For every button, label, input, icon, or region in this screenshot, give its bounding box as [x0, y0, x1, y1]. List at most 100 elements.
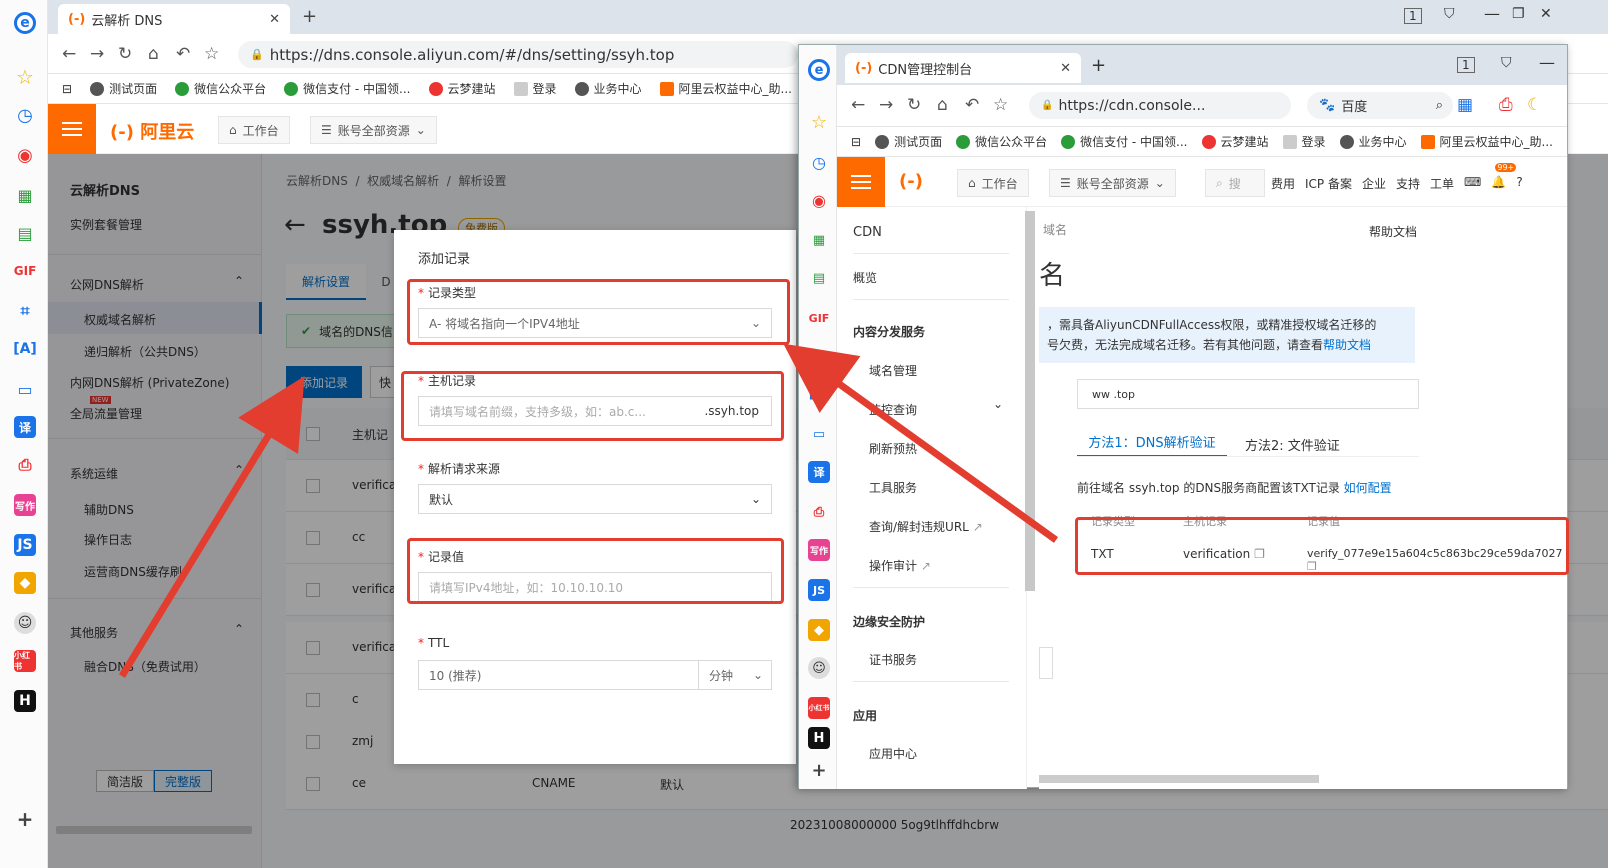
sidebar-item-query-block[interactable]: 查询/解封违规URL ↗ [869, 518, 983, 535]
browser-logo-icon[interactable]: e [14, 12, 36, 34]
bookmark-item[interactable]: 业务中心 [1339, 133, 1407, 150]
top-link-support[interactable]: 支持 [1396, 175, 1420, 192]
top-link-fees[interactable]: 费用 [1271, 175, 1295, 192]
tab-file-verify[interactable]: 方法2: 文件验证 [1245, 435, 1340, 454]
record-icon[interactable]: ◉ [808, 189, 830, 211]
screen-icon[interactable]: ▭ [14, 378, 36, 400]
close-tab-icon[interactable]: ✕ [1060, 61, 1071, 76]
screen-icon[interactable]: ▭ [808, 423, 830, 445]
aliyun-logo[interactable]: (-) [899, 171, 923, 192]
notes-icon[interactable]: ▤ [14, 222, 36, 244]
home-icon[interactable]: ⌂ [937, 95, 948, 115]
new-tab-icon[interactable]: + [1091, 55, 1106, 76]
reload-icon[interactable]: ↻ [907, 95, 921, 115]
top-link-ticket[interactable]: 工单 [1430, 175, 1454, 192]
minimize-icon[interactable]: — [1484, 4, 1500, 23]
add-icon[interactable]: + [14, 807, 36, 831]
forward-icon[interactable]: → [879, 95, 893, 115]
game-icon[interactable]: ◆ [808, 619, 830, 641]
ai-write-icon[interactable]: 写作 [808, 539, 830, 561]
app-js-icon[interactable]: JS [14, 534, 36, 556]
window-close-icon[interactable]: ✕ [1540, 6, 1552, 22]
resources-dropdown[interactable]: ☰ 账号全部资源 ⌄ [310, 116, 437, 144]
avatar-icon[interactable]: ☺ [14, 612, 36, 634]
tab-dns[interactable]: (-) 云解析 DNS ✕ [58, 4, 290, 34]
resources-dropdown[interactable]: ☰ 账号全部资源 ⌄ [1049, 169, 1176, 197]
ai-write-icon[interactable]: 写作 [14, 494, 36, 516]
bookmark-item[interactable]: 云梦建站 [1201, 133, 1269, 150]
menu-icon[interactable] [48, 104, 96, 154]
help-doc-link[interactable]: 帮助文档 [1369, 223, 1417, 240]
undo-icon[interactable]: ↶ [176, 44, 190, 64]
info-help-link[interactable]: 帮助文档 [1323, 338, 1371, 352]
address-bar[interactable]: 🔒 https://dns.console.aliyun.com/#/dns/s… [238, 41, 798, 68]
star-icon[interactable]: ☆ [14, 65, 36, 89]
sidebar-toggle-icon[interactable]: ⊟ [62, 82, 72, 96]
shirt-icon[interactable]: ⛉ [1444, 6, 1455, 22]
new-tab-icon[interactable]: + [302, 6, 317, 27]
bookmark-item[interactable]: 登录 [513, 80, 557, 97]
reload-icon[interactable]: ↻ [118, 44, 132, 64]
search-engine-box[interactable]: 🐾 百度 ⌕ [1307, 92, 1453, 119]
bookmark-item[interactable]: 测试页面 [90, 80, 157, 97]
bookmark-star-icon[interactable]: ☆ [993, 95, 1008, 115]
sidebar-item-audit[interactable]: 操作审计 ↗ [869, 557, 931, 574]
gif-icon[interactable]: GIF [808, 307, 830, 329]
aliyun-logo[interactable]: (-) 阿里云 [110, 118, 194, 144]
pdf-tool-icon[interactable]: ⎙ [1499, 95, 1513, 115]
bookmark-item[interactable]: 微信支付 - 中国领... [284, 80, 411, 97]
translate-icon[interactable]: 译 [808, 461, 830, 483]
minimize-icon[interactable]: — [1539, 53, 1555, 72]
tab-cdn[interactable]: (-) CDN管理控制台 ✕ [845, 53, 1081, 83]
search-input[interactable]: ⌕ 搜 [1205, 169, 1265, 197]
restore-icon[interactable]: ❐ [1512, 6, 1525, 22]
moon-icon[interactable]: ☾ [1527, 95, 1542, 115]
pdf-icon[interactable]: ⎙ [808, 501, 830, 523]
ttl-input[interactable]: 10 (推荐) [418, 660, 700, 690]
chevron-down-icon[interactable]: ⌄ [993, 397, 1003, 411]
shirt-icon[interactable]: ⛉ [1501, 55, 1512, 71]
window-count-icon[interactable]: 1 [1457, 57, 1475, 73]
address-bar[interactable]: 🔒 https://cdn.console... [1029, 92, 1291, 119]
history-icon[interactable]: ◷ [14, 104, 36, 126]
bookmark-item[interactable]: 微信公众平台 [956, 133, 1047, 150]
workbench-button[interactable]: ⌂ 工作台 [218, 116, 290, 144]
sidebar-scrollbar[interactable] [1025, 211, 1035, 591]
translate-icon[interactable]: 译 [14, 416, 36, 438]
xiaohongshu-icon[interactable]: 小红书 [14, 650, 36, 672]
bookmark-item[interactable]: 阿里云权益中心_助... [659, 80, 792, 97]
apps-icon[interactable]: ▦ [1457, 95, 1473, 115]
bookmark-item[interactable]: 阿里云权益中心_助... [1420, 133, 1553, 150]
window-count-icon[interactable]: 1 [1404, 8, 1422, 24]
forward-icon[interactable]: → [90, 44, 104, 64]
pdf-icon[interactable]: ⎙ [14, 454, 36, 476]
sidebar-item-overview[interactable]: 概览 [853, 269, 877, 286]
bookmark-item[interactable]: 微信支付 - 中国领... [1061, 133, 1188, 150]
qrcode-icon[interactable]: ▦ [808, 229, 830, 251]
sidebar-item-domain-mgmt[interactable]: 域名管理 [869, 362, 917, 379]
back-icon[interactable]: ← [62, 44, 76, 64]
search-icon[interactable]: ⌕ [1436, 98, 1443, 113]
bookmark-item[interactable]: 微信公众平台 [175, 80, 266, 97]
request-source-select[interactable]: 默认 ⌄ [418, 484, 772, 514]
sidebar-item-refresh[interactable]: 刷新预热 [869, 440, 917, 457]
crop-icon[interactable]: ⌗ [14, 300, 36, 322]
h-app-icon[interactable]: H [14, 690, 36, 712]
sidebar-item-tools[interactable]: 工具服务 [869, 479, 917, 496]
terminal-icon[interactable]: ⌨ [1464, 175, 1481, 192]
how-to-link[interactable]: 如何配置 [1344, 481, 1392, 495]
sidebar-item-cert[interactable]: 证书服务 [869, 651, 917, 668]
menu-icon[interactable] [837, 157, 885, 207]
history-icon[interactable]: ◷ [808, 151, 830, 173]
bell-icon[interactable]: 🔔 99+ [1491, 163, 1517, 192]
qrcode-icon[interactable]: ▦ [14, 184, 36, 206]
tab-dns-verify[interactable]: 方法1：DNS解析验证 [1077, 427, 1227, 457]
help-icon[interactable]: ? [1516, 175, 1522, 192]
bookmark-item[interactable]: 登录 [1282, 133, 1326, 150]
app-js-icon[interactable]: JS [808, 579, 830, 601]
undo-icon[interactable]: ↶ [965, 95, 979, 115]
sidebar-toggle-icon[interactable]: ⊟ [851, 135, 861, 149]
workbench-button[interactable]: ⌂ 工作台 [957, 169, 1029, 197]
ttl-unit-select[interactable]: 分钟 ⌄ [698, 660, 772, 690]
add-icon[interactable]: + [808, 759, 830, 781]
